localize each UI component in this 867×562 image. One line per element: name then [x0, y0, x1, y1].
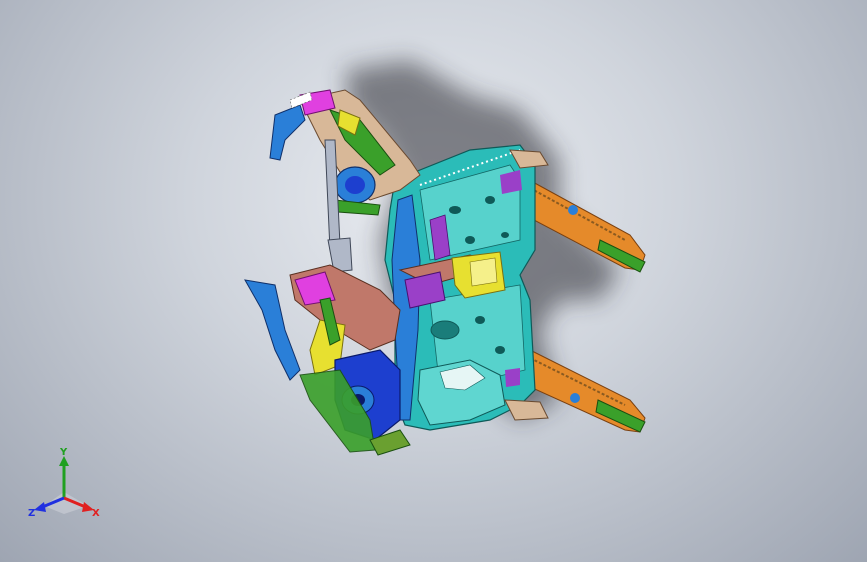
- z-axis-label: Z: [28, 508, 35, 519]
- z-axis-arrow: [34, 502, 46, 512]
- y-axis-label: Y: [59, 448, 68, 458]
- lower-front-structure: [244, 264, 411, 456]
- reference-triad: Y X Z: [28, 448, 100, 519]
- x-axis-label: X: [92, 508, 100, 519]
- cad-model-view[interactable]: [0, 0, 867, 562]
- graphics-viewport[interactable]: Y X Z: [0, 0, 867, 562]
